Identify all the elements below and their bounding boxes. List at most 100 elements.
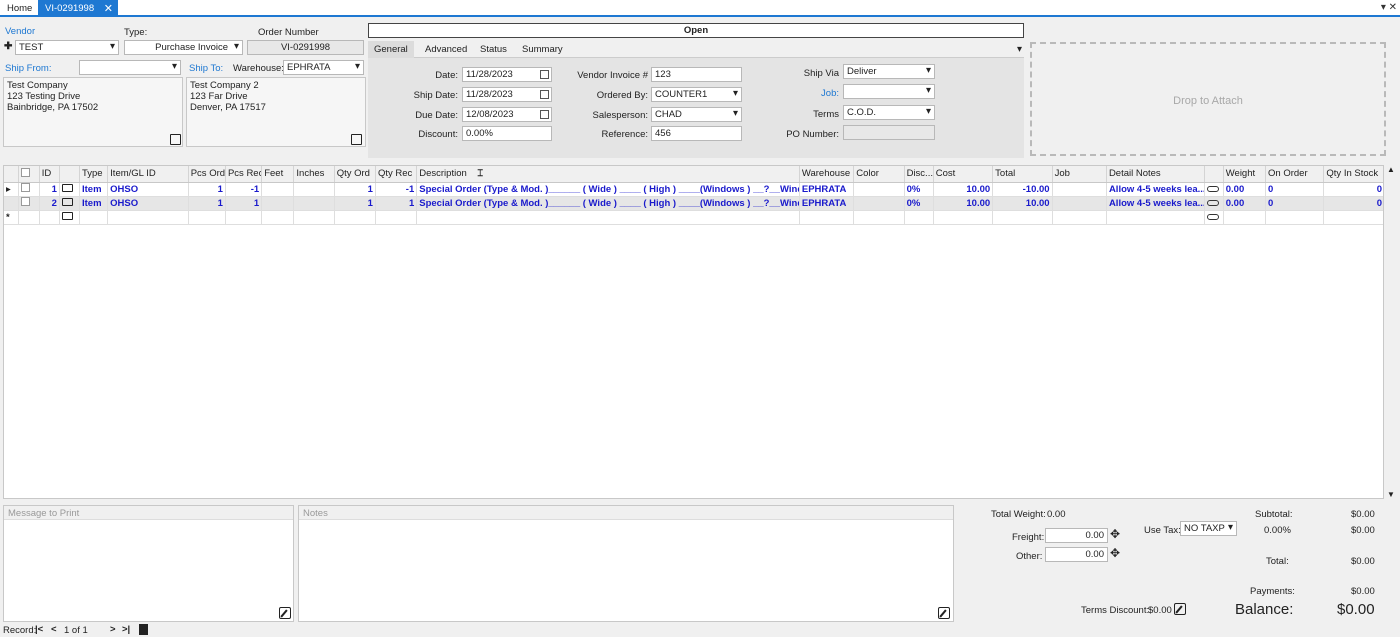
new-row-cell[interactable] bbox=[107, 210, 189, 225]
col-description[interactable]: Description ⌶ bbox=[416, 166, 800, 183]
new-row-cell[interactable] bbox=[1052, 210, 1107, 225]
new-row-cell[interactable] bbox=[225, 210, 263, 225]
col-on-order[interactable]: On Order bbox=[1265, 166, 1325, 183]
last-record-button[interactable]: >| bbox=[122, 624, 130, 635]
col-inches[interactable]: Inches bbox=[293, 166, 335, 183]
row-clip-cell[interactable] bbox=[1204, 182, 1224, 197]
new-row-cell[interactable] bbox=[416, 210, 800, 225]
row-job[interactable] bbox=[1052, 196, 1107, 211]
col-warehouse[interactable]: Warehouse bbox=[799, 166, 855, 183]
move-icon[interactable]: ✥ bbox=[1110, 527, 1120, 541]
vendor-select[interactable]: TEST bbox=[15, 40, 119, 55]
tab-home[interactable]: Home bbox=[0, 0, 39, 16]
grid-scrollbar[interactable]: ▲ ▼ bbox=[1385, 165, 1397, 499]
row-item[interactable]: OHSO bbox=[107, 196, 189, 211]
terms-select[interactable]: C.O.D. bbox=[843, 105, 935, 120]
row-description[interactable]: Special Order (Type & Mod. )______ ( Wid… bbox=[416, 182, 800, 197]
table-row[interactable]: 2 Item OHSO 1 1 1 1 Special Order (Type … bbox=[4, 196, 1383, 211]
row-clip-cell[interactable] bbox=[1204, 210, 1224, 225]
col-qty-rec[interactable]: Qty Rec bbox=[375, 166, 418, 183]
col-detail-notes[interactable]: Detail Notes bbox=[1106, 166, 1205, 183]
edit-icon[interactable] bbox=[938, 607, 950, 619]
new-row-cell[interactable] bbox=[1323, 210, 1383, 225]
salesperson-select[interactable]: CHAD bbox=[651, 107, 742, 122]
col-feet[interactable]: Feet bbox=[261, 166, 295, 183]
row-cost[interactable]: 10.00 bbox=[933, 182, 994, 197]
row-disc[interactable]: 0% bbox=[904, 182, 934, 197]
row-qty-rec[interactable]: 1 bbox=[375, 196, 418, 211]
col-disc[interactable]: Disc... bbox=[904, 166, 934, 183]
window-controls[interactable]: ▾ ✕ bbox=[1381, 2, 1397, 13]
next-record-button[interactable]: > bbox=[110, 624, 116, 635]
ship-date-field[interactable]: 11/28/2023 bbox=[462, 87, 552, 102]
row-color[interactable] bbox=[853, 196, 905, 211]
row-color[interactable] bbox=[853, 182, 905, 197]
row-item[interactable]: OHSO bbox=[107, 182, 189, 197]
new-row-cell[interactable] bbox=[799, 210, 855, 225]
ship-to-label[interactable]: Ship To: bbox=[189, 63, 223, 74]
row-clip-cell[interactable] bbox=[1204, 196, 1224, 211]
discount-field[interactable]: 0.00% bbox=[462, 126, 552, 141]
tab-active-order[interactable]: VI-0291998 ✕ bbox=[38, 0, 118, 17]
col-color[interactable]: Color bbox=[853, 166, 905, 183]
type-select[interactable]: Purchase Invoice bbox=[124, 40, 243, 55]
col-qty-in-stock[interactable]: Qty In Stock bbox=[1323, 166, 1383, 183]
row-type[interactable]: Item bbox=[79, 196, 109, 211]
new-row-cell[interactable] bbox=[293, 210, 335, 225]
new-row-cell[interactable] bbox=[39, 210, 60, 225]
text-height-icon[interactable]: ⌶ bbox=[477, 168, 483, 179]
col-type[interactable]: Type bbox=[79, 166, 109, 183]
reference-field[interactable]: 456 bbox=[651, 126, 742, 141]
row-notes[interactable]: Allow 4-5 weeks lea... bbox=[1106, 182, 1205, 197]
map-pin-icon[interactable] bbox=[351, 134, 362, 145]
select-all-header[interactable] bbox=[18, 166, 40, 183]
table-row[interactable]: ▸ 1 Item OHSO 1 -1 1 -1 Special Order (T… bbox=[4, 182, 1383, 197]
chevron-down-icon[interactable]: ▾ bbox=[1017, 44, 1022, 55]
row-checkbox[interactable] bbox=[20, 197, 30, 206]
row-pcs-rec[interactable]: -1 bbox=[225, 182, 263, 197]
row-folder-cell[interactable] bbox=[59, 210, 80, 225]
col-total[interactable]: Total bbox=[992, 166, 1053, 183]
new-row-cell[interactable] bbox=[261, 210, 295, 225]
col-job[interactable]: Job bbox=[1052, 166, 1107, 183]
calendar-icon[interactable] bbox=[540, 90, 549, 99]
row-description[interactable]: Special Order (Type & Mod. )______ ( Wid… bbox=[416, 196, 800, 211]
row-folder-cell[interactable] bbox=[59, 196, 80, 211]
prev-record-button[interactable]: < bbox=[51, 624, 57, 635]
row-weight[interactable]: 0.00 bbox=[1223, 196, 1267, 211]
new-row[interactable]: * bbox=[4, 210, 1383, 225]
tab-status[interactable]: Status bbox=[474, 41, 513, 58]
row-pcs-ord[interactable]: 1 bbox=[188, 196, 226, 211]
drop-to-attach-zone[interactable]: Drop to Attach bbox=[1030, 42, 1386, 156]
new-row-cell[interactable] bbox=[1106, 210, 1205, 225]
edit-icon[interactable] bbox=[1174, 603, 1186, 615]
row-weight[interactable]: 0.00 bbox=[1223, 182, 1267, 197]
row-inches[interactable] bbox=[293, 182, 335, 197]
row-warehouse[interactable]: EPHRATA bbox=[799, 196, 855, 211]
row-checkbox[interactable] bbox=[20, 183, 30, 192]
row-pcs-ord[interactable]: 1 bbox=[188, 182, 226, 197]
new-record-icon[interactable] bbox=[139, 624, 148, 635]
edit-icon[interactable] bbox=[279, 607, 291, 619]
folder-icon[interactable] bbox=[61, 183, 73, 192]
col-qty-ord[interactable]: Qty Ord bbox=[334, 166, 376, 183]
calendar-icon[interactable] bbox=[540, 110, 549, 119]
tab-advanced[interactable]: Advanced bbox=[419, 41, 473, 58]
new-row-cell[interactable] bbox=[992, 210, 1053, 225]
vendor-invoice-field[interactable]: 123 bbox=[651, 67, 742, 82]
message-to-print-panel[interactable]: Message to Print bbox=[3, 505, 294, 622]
freight-field[interactable]: 0.00 bbox=[1045, 528, 1108, 543]
vendor-label[interactable]: Vendor bbox=[5, 26, 35, 37]
col-pcs-ord[interactable]: Pcs Ord bbox=[188, 166, 226, 183]
scroll-down-icon[interactable]: ▼ bbox=[1387, 490, 1395, 499]
new-row-cell[interactable] bbox=[853, 210, 905, 225]
paperclip-icon[interactable] bbox=[1206, 199, 1219, 206]
col-pcs-rec[interactable]: Pcs Rec bbox=[225, 166, 263, 183]
job-select[interactable] bbox=[843, 84, 935, 99]
new-row-cell[interactable] bbox=[18, 210, 40, 225]
col-item[interactable]: Item/GL ID bbox=[107, 166, 189, 183]
col-weight[interactable]: Weight bbox=[1223, 166, 1267, 183]
row-feet[interactable] bbox=[261, 182, 295, 197]
ship-from-select[interactable] bbox=[79, 60, 181, 75]
row-folder-cell[interactable] bbox=[59, 182, 80, 197]
